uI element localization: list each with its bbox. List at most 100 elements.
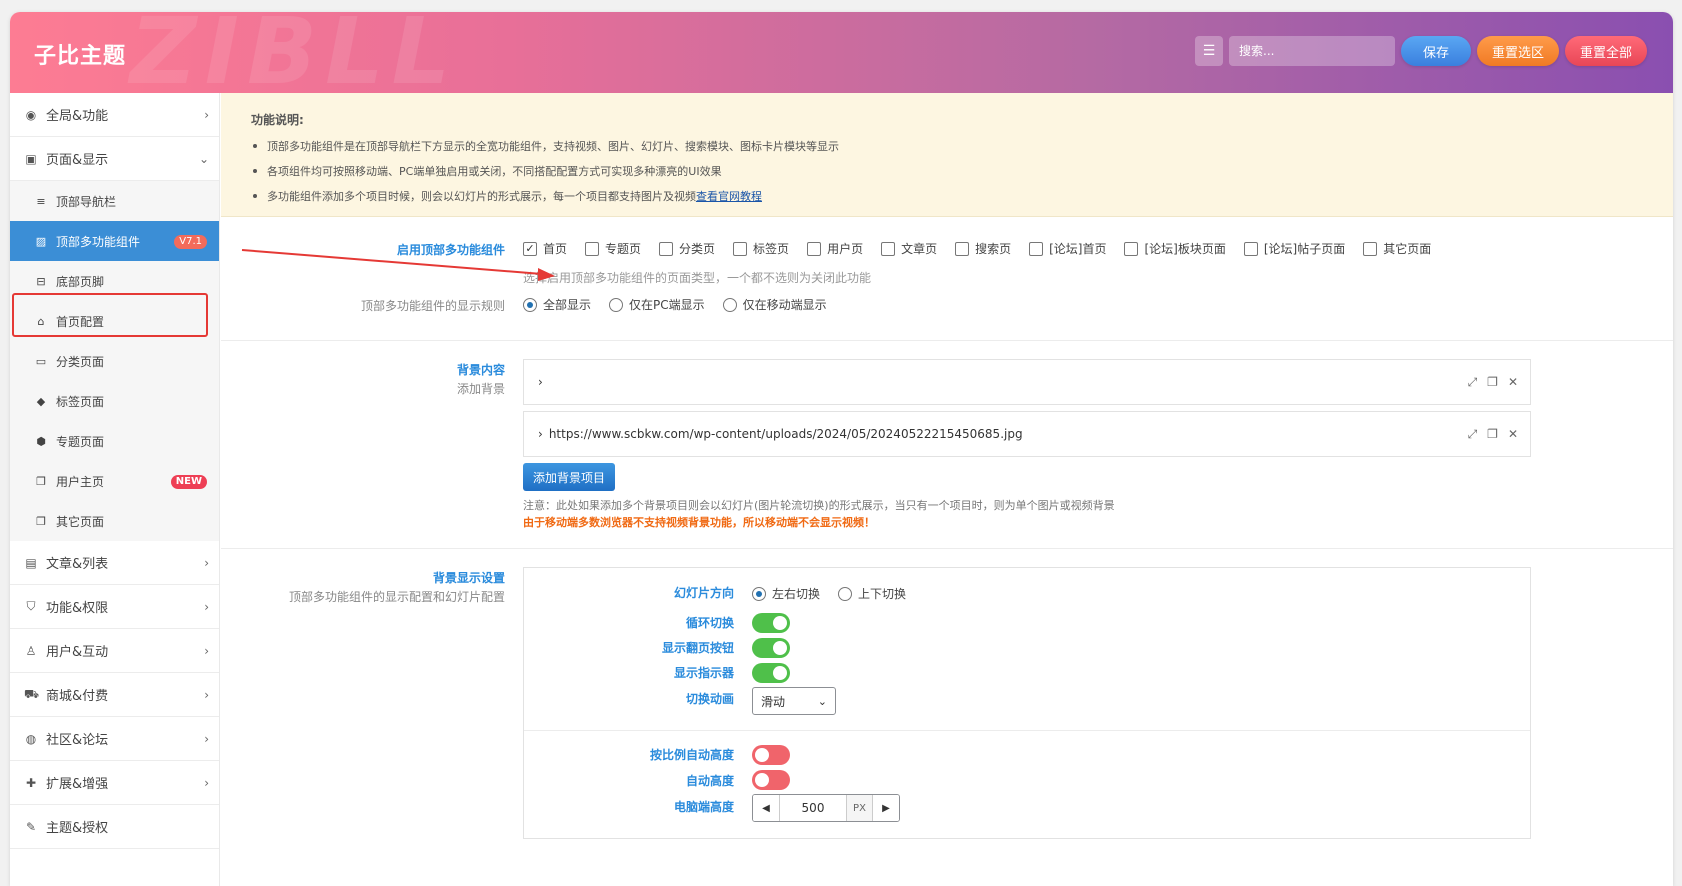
sidebar-item-extend[interactable]: ✚ 扩展&增强 › xyxy=(10,761,219,805)
bg-label: 背景内容 xyxy=(456,363,505,377)
bg-item-2[interactable]: › https://www.scbkw.com/wp-content/uploa… xyxy=(523,411,1531,457)
loop-toggle[interactable] xyxy=(752,613,790,633)
search-input[interactable] xyxy=(1229,36,1395,66)
indicator-toggle[interactable] xyxy=(752,663,790,683)
option-home[interactable]: ✓ 首页 xyxy=(523,240,567,257)
bg-item-1[interactable]: › ⤢ ❐ ✕ xyxy=(523,359,1531,405)
notice-item: 多功能组件添加多个项目时候，则会以幻灯片的形式展示，每一个项目都支持图片及视频查… xyxy=(251,188,1673,204)
sidebar-item-label: 扩展&增强 xyxy=(46,777,109,792)
sidebar-item-theme[interactable]: ✎ 主题&授权 xyxy=(10,805,219,849)
chevron-right-icon: › xyxy=(204,731,209,746)
list-icon[interactable]: ☰ xyxy=(1195,36,1223,66)
option-label: 左右切换 xyxy=(772,587,821,601)
rule-mobile[interactable]: 仅在移动端显示 xyxy=(722,296,827,313)
ratio-height-field xyxy=(752,745,790,765)
decrement-icon[interactable]: ◀ xyxy=(753,795,779,821)
checkbox[interactable] xyxy=(1029,241,1044,256)
radio-checked[interactable] xyxy=(523,297,537,312)
sidebar-sub-top-widget[interactable]: ▨ 顶部多功能组件 V7.1 xyxy=(10,221,219,261)
copy-icon[interactable]: ❐ xyxy=(1487,427,1498,442)
checkbox[interactable] xyxy=(881,241,896,256)
option-article[interactable]: 文章页 xyxy=(881,240,937,257)
pc-height-stepper[interactable]: ◀ 500 PX ▶ xyxy=(752,794,900,822)
sidebar-sub-topic[interactable]: ⬢ 专题页面 xyxy=(10,421,219,461)
reset-all-button[interactable]: 重置全部 xyxy=(1565,36,1647,66)
close-icon[interactable]: ✕ xyxy=(1508,427,1518,442)
sidebar-sub-home[interactable]: ⌂ 首页配置 xyxy=(10,301,219,341)
radio[interactable] xyxy=(609,297,624,312)
display-section: 背景显示设置 顶部多功能组件的显示配置和幻灯片配置 幻灯片方向 左右切换 上下切… xyxy=(221,549,1673,886)
expand-icon[interactable]: ⤢ xyxy=(1468,427,1478,442)
anim-value: 滑动 xyxy=(761,694,786,709)
tutorial-link[interactable]: 查看官网教程 xyxy=(696,190,762,203)
rule-label: 顶部多功能组件的显示规则 xyxy=(360,299,505,313)
sidebar-item-user[interactable]: ♙ 用户&互动 › xyxy=(10,629,219,673)
close-icon[interactable]: ✕ xyxy=(1508,375,1518,390)
expand-icon[interactable]: ⤢ xyxy=(1468,375,1478,390)
sidebar-sub-top-nav[interactable]: ≡ 顶部导航栏 xyxy=(10,181,219,221)
checkbox[interactable] xyxy=(1124,241,1139,256)
sidebar-item-global[interactable]: ◉ 全局&功能 › xyxy=(10,93,219,137)
option-search[interactable]: 搜索页 xyxy=(955,240,1011,257)
display-label: 背景显示设置 xyxy=(432,571,505,585)
copy-icon: ❐ xyxy=(36,514,46,528)
chevron-right-icon[interactable]: › xyxy=(538,375,543,389)
option-label: 分类页 xyxy=(679,242,716,256)
option-user[interactable]: 用户页 xyxy=(807,240,863,257)
app-window: ZIBLL 子比主题 ☰ 保存 重置选区 重置全部 ◉ 全局&功能 › ▣ 页面… xyxy=(10,12,1673,886)
increment-icon[interactable]: ▶ xyxy=(873,795,899,821)
paging-field xyxy=(752,638,790,658)
sidebar-sub-tags[interactable]: ◆ 标签页面 xyxy=(10,381,219,421)
option-other[interactable]: 其它页面 xyxy=(1363,240,1431,257)
checkbox[interactable] xyxy=(659,241,674,256)
option-forum-post[interactable]: [论坛]帖子页面 xyxy=(1243,240,1345,257)
sidebar-item-forum[interactable]: ◍ 社区&论坛 › xyxy=(10,717,219,761)
checkbox[interactable] xyxy=(733,241,748,256)
sidebar-item-label: 文章&列表 xyxy=(46,557,109,572)
paging-toggle[interactable] xyxy=(752,638,790,658)
sidebar-item-shop[interactable]: ⛟ 商城&付费 › xyxy=(10,673,219,717)
direction-lr[interactable]: 左右切换 xyxy=(752,585,820,602)
pc-height-label: 电脑端高度 xyxy=(673,800,734,814)
checkbox-checked[interactable]: ✓ xyxy=(523,241,537,256)
chevron-down-icon: ⌄ xyxy=(198,151,209,166)
checkbox[interactable] xyxy=(1363,241,1378,256)
sidebar-sub-user[interactable]: ❐ 用户主页 NEW xyxy=(10,461,219,501)
chevron-right-icon[interactable]: › xyxy=(538,427,543,441)
checkbox[interactable] xyxy=(1243,241,1258,256)
pc-height-value[interactable]: 500 xyxy=(779,795,847,821)
add-bg-button[interactable]: 添加背景项目 xyxy=(523,463,616,491)
loop-field xyxy=(752,613,790,633)
radio[interactable] xyxy=(722,297,737,312)
option-topic[interactable]: 专题页 xyxy=(585,240,641,257)
checkbox[interactable] xyxy=(585,241,600,256)
sidebar-sub-other[interactable]: ❐ 其它页面 xyxy=(10,501,219,541)
option-forum-home[interactable]: [论坛]首页 xyxy=(1029,240,1106,257)
checkbox[interactable] xyxy=(807,241,822,256)
sidebar-sub-category[interactable]: ▭ 分类页面 xyxy=(10,341,219,381)
radio-checked[interactable] xyxy=(752,586,766,601)
indicator-label: 显示指示器 xyxy=(673,666,734,680)
compass-icon: ◍ xyxy=(25,731,37,746)
radio[interactable] xyxy=(838,586,853,601)
rule-pc[interactable]: 仅在PC端显示 xyxy=(609,296,705,313)
sidebar-item-permission[interactable]: ⛉ 功能&权限 › xyxy=(10,585,219,629)
sidebar-item-label: 功能&权限 xyxy=(46,601,109,616)
direction-ud[interactable]: 上下切换 xyxy=(838,585,906,602)
ratio-height-toggle[interactable] xyxy=(752,745,790,765)
option-forum-board[interactable]: [论坛]板块页面 xyxy=(1124,240,1226,257)
auto-height-label: 自动高度 xyxy=(685,774,734,788)
sidebar-item-page-display[interactable]: ▣ 页面&显示 ⌄ xyxy=(10,137,219,181)
sidebar-sub-footer[interactable]: ⊟ 底部页脚 xyxy=(10,261,219,301)
save-button[interactable]: 保存 xyxy=(1401,36,1471,66)
option-category[interactable]: 分类页 xyxy=(659,240,715,257)
rule-all[interactable]: 全部显示 xyxy=(523,296,591,313)
option-tag[interactable]: 标签页 xyxy=(733,240,789,257)
reset-section-button[interactable]: 重置选区 xyxy=(1477,36,1559,66)
checkbox[interactable] xyxy=(955,241,970,256)
copy-icon[interactable]: ❐ xyxy=(1487,375,1498,390)
anim-select[interactable]: 滑动 ⌄ xyxy=(752,687,836,715)
sidebar-sub-label: 其它页面 xyxy=(56,514,105,529)
sidebar-item-article[interactable]: ▤ 文章&列表 › xyxy=(10,541,219,585)
auto-height-toggle[interactable] xyxy=(752,770,790,790)
